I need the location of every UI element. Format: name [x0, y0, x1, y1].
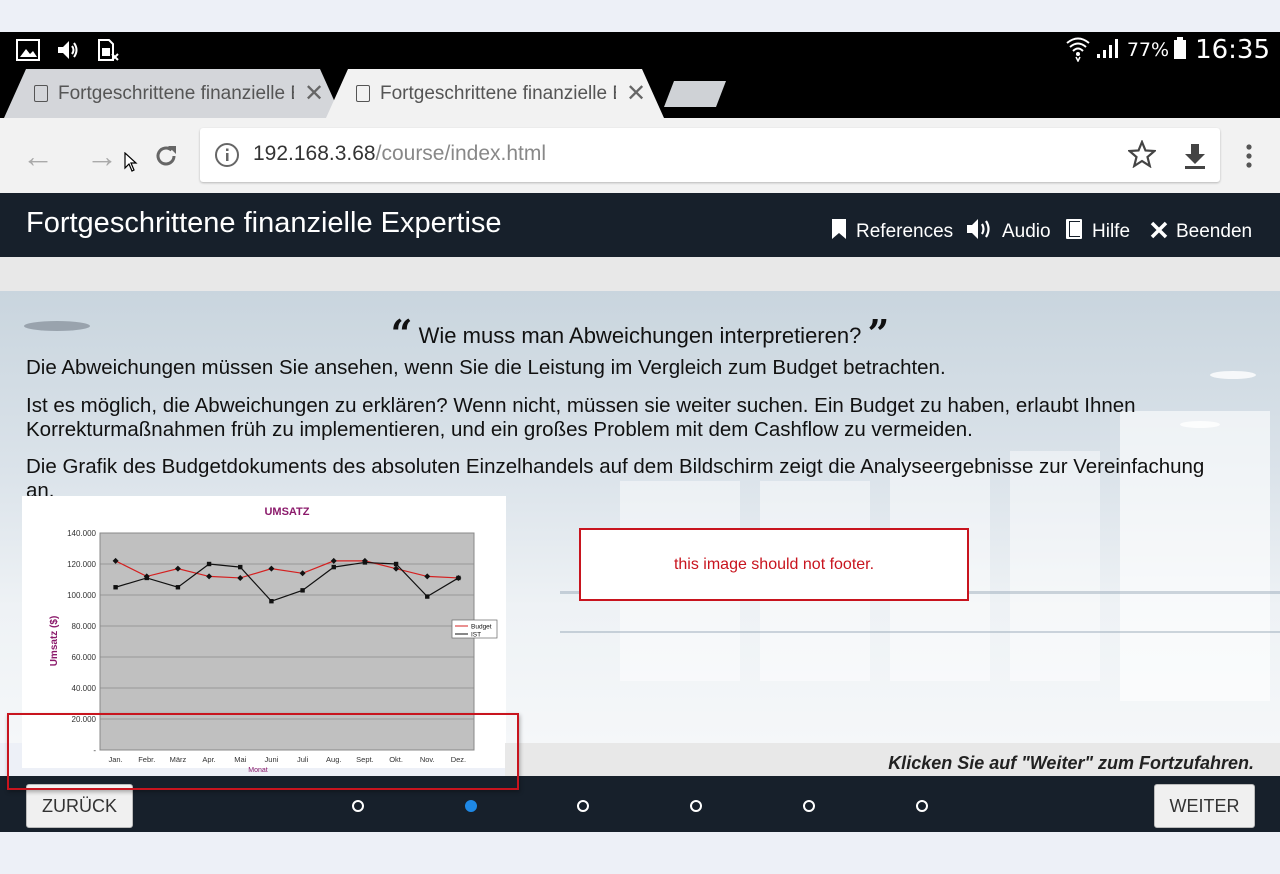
close-icon[interactable]: ✕	[626, 79, 646, 108]
volume-icon	[56, 38, 80, 62]
y-tick-label: 140.000	[67, 529, 96, 538]
open-quote-icon: “	[390, 311, 413, 356]
references-label: References	[856, 221, 954, 242]
audio-label: Audio	[1002, 221, 1051, 242]
legend-label: Budget	[471, 624, 492, 631]
next-button[interactable]: WEITER	[1154, 784, 1255, 828]
audio-button[interactable]: Audio	[966, 219, 1051, 245]
page-icon	[34, 85, 48, 102]
data-point	[425, 594, 430, 599]
close-quote-icon: ”	[867, 311, 890, 356]
data-point	[456, 575, 461, 581]
sim-icon	[96, 38, 120, 62]
page-dot[interactable]	[690, 800, 702, 812]
battery-icon	[1173, 37, 1187, 63]
data-point	[300, 588, 305, 593]
paragraph-2: Ist es möglich, die Abweichungen zu erkl…	[26, 394, 1136, 441]
y-tick-label: 60.000	[72, 653, 97, 662]
close-icon	[1150, 219, 1168, 245]
clock: 16:35	[1195, 35, 1270, 65]
tab-label: Fortgeschrittene finanzielle Expertise	[58, 82, 294, 104]
y-tick-label: 40.000	[72, 684, 97, 693]
star-icon[interactable]	[1126, 139, 1158, 173]
url-text: 192.168.3.68/course/index.html	[253, 142, 546, 166]
page-dot[interactable]	[352, 800, 364, 812]
info-icon[interactable]	[214, 142, 240, 173]
tab-inactive[interactable]: Fortgeschrittene finanzielle Expertise ✕	[4, 69, 342, 118]
page-dot[interactable]	[916, 800, 928, 812]
menu-icon[interactable]	[1244, 143, 1254, 174]
annotation-frame	[7, 713, 519, 790]
status-right: 77% 16:35	[1065, 34, 1270, 66]
book-icon	[1064, 218, 1084, 246]
page-dot[interactable]	[465, 800, 477, 812]
battery-level: 77%	[1126, 39, 1170, 61]
tab-label: Fortgeschrittene finanzielle Expertise	[380, 82, 616, 104]
url-path: /course/index.html	[375, 142, 547, 165]
wifi-icon	[1065, 34, 1091, 66]
exit-label: Beenden	[1176, 221, 1253, 242]
y-tick-label: 80.000	[72, 622, 97, 631]
speaker-icon	[966, 218, 994, 246]
legend-label: IST	[471, 632, 481, 639]
exit-button[interactable]: Beenden	[1150, 219, 1252, 245]
data-point	[175, 585, 181, 590]
data-point	[113, 585, 118, 590]
reload-icon[interactable]	[148, 138, 184, 174]
new-tab-button[interactable]	[664, 81, 726, 107]
continue-hint: Klicken Sie auf "Weiter" zum Fortzufahre…	[888, 753, 1254, 773]
back-button[interactable]: ZURÜCK	[26, 784, 133, 828]
close-icon[interactable]: ✕	[304, 79, 324, 108]
annotation-note: this image should not footer.	[579, 528, 969, 601]
question-heading: “ Wie muss man Abweichungen interpretier…	[0, 311, 1280, 356]
app-header: Fortgeschrittene finanzielle Expertise R…	[0, 193, 1280, 257]
content-top-strip	[0, 257, 1280, 291]
address-bar[interactable]: 192.168.3.68/course/index.html	[200, 128, 1220, 182]
data-point	[362, 560, 368, 565]
bookmark-icon	[830, 218, 848, 246]
download-icon[interactable]	[1182, 142, 1208, 175]
data-point	[269, 599, 274, 604]
page-icon	[356, 85, 370, 102]
signal-icon	[1095, 36, 1123, 64]
url-host: 192.168.3.68	[253, 142, 376, 165]
chart-title: UMSATZ	[264, 506, 309, 518]
question-text: Wie muss man Abweichungen interpretieren…	[418, 323, 862, 348]
status-bar: 77% 16:35	[0, 32, 1280, 68]
image-icon	[16, 38, 40, 62]
browser-toolbar: ← → 192.168.3.68/course/index.html	[0, 118, 1280, 193]
mouse-cursor-icon	[124, 151, 138, 177]
back-icon[interactable]: ←	[20, 138, 56, 174]
page-dot[interactable]	[803, 800, 815, 812]
y-axis-label: Umsatz ($)	[49, 616, 60, 667]
y-tick-label: 120.000	[67, 560, 96, 569]
page-dot[interactable]	[577, 800, 589, 812]
data-point	[238, 564, 243, 570]
tab-strip: Fortgeschrittene finanzielle Expertise ✕…	[0, 68, 1280, 118]
help-label: Hilfe	[1092, 221, 1131, 242]
data-point	[331, 564, 336, 570]
references-button[interactable]: References	[830, 219, 953, 245]
help-button[interactable]: Hilfe	[1064, 219, 1130, 245]
y-tick-label: 100.000	[67, 591, 96, 600]
data-point	[144, 575, 149, 581]
data-point	[393, 561, 399, 567]
course-title: Fortgeschrittene finanzielle Expertise	[26, 207, 502, 239]
paragraph-1: Die Abweichungen müssen Sie ansehen, wen…	[26, 356, 946, 379]
tab-active[interactable]: Fortgeschrittene finanzielle Expertise ✕	[326, 69, 664, 118]
forward-icon[interactable]: →	[84, 138, 120, 174]
data-point	[206, 561, 212, 567]
